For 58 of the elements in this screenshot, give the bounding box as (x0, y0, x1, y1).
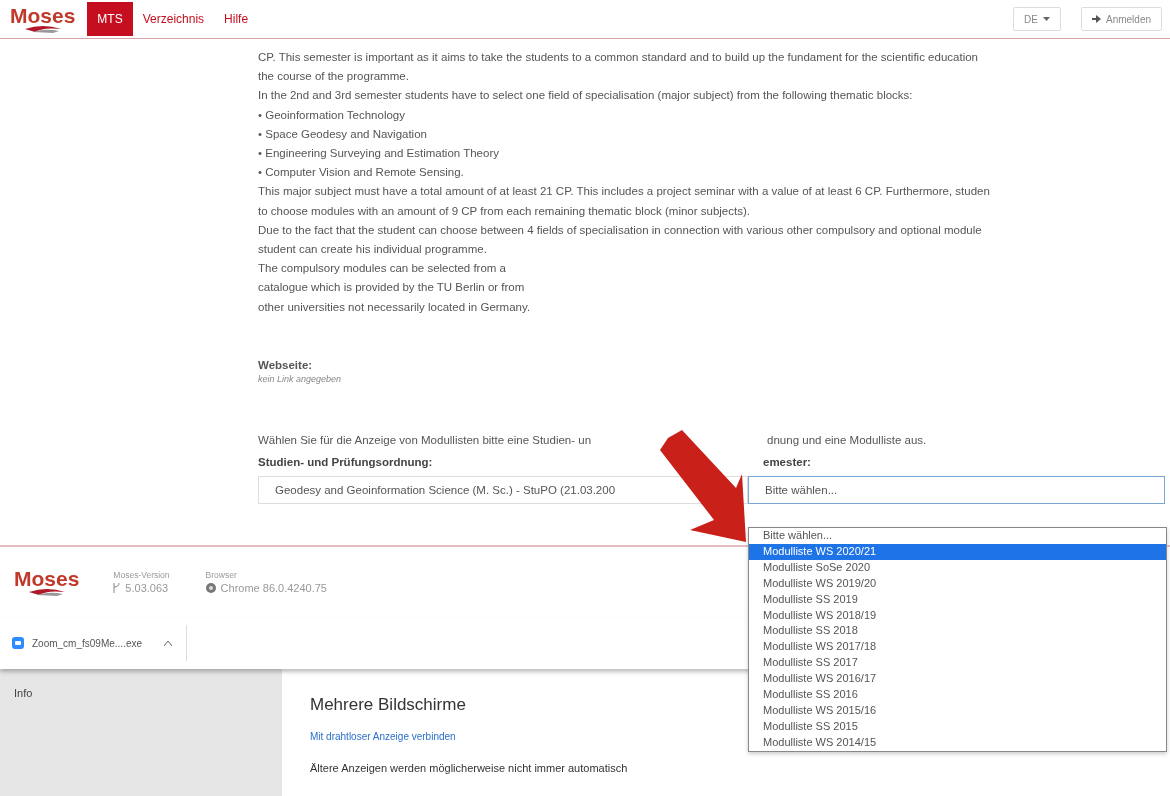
dropdown-option[interactable]: Modulliste SS 2016 (749, 687, 1166, 703)
field-label: emester: (763, 455, 812, 468)
moses-logo[interactable]: Moses (14, 567, 80, 590)
nav-tab[interactable]: Verzeichnis (132, 2, 215, 36)
caret-icon (1042, 17, 1050, 21)
settings-text: Ältere Anzeigen werden möglicherweise nicht immer automatisch (310, 762, 628, 774)
dropdown-option[interactable]: Modulliste WS 2014/15 (749, 734, 1166, 751)
dropdown-option[interactable]: Modulliste WS 2015/16 (749, 702, 1166, 719)
description-line: • Computer Vision and Remote Sensing. (258, 165, 465, 181)
nav-tab[interactable]: MTS (87, 2, 133, 36)
version-number: 5.03.063 (125, 582, 169, 594)
description-line: The compulsory modules can be selected from a (258, 261, 507, 277)
description-line: This major subject must have a total amount of at least 21 CP. This includes a project seminar with a value of at least 6 CP. Furthermore, studen (258, 184, 991, 200)
description-line: • Space Geodesy and Navigation (258, 126, 428, 142)
dropdown-option[interactable]: Modulliste SS 2018 (749, 623, 1166, 640)
select-field[interactable]: Bitte wählen... (748, 475, 1165, 504)
settings-nav-item[interactable]: Info (14, 687, 33, 796)
dropdown-option[interactable]: Modulliste WS 2016/17 (749, 671, 1166, 688)
moses-logo[interactable]: Moses (10, 4, 76, 27)
login-icon (1091, 15, 1101, 23)
instruction-text: dnung und eine Modulliste aus. (767, 432, 927, 448)
caret-up-icon[interactable] (164, 640, 173, 646)
dropdown-option[interactable]: Modulliste WS 2017/18 (749, 639, 1166, 656)
website-label: Webseite: (258, 357, 314, 373)
version-label: Moses-Version (113, 570, 170, 580)
settings-title: Mehrere Bildschirme (310, 695, 466, 715)
description-line: student can create his individual programme. (258, 242, 488, 258)
dropdown-option[interactable]: Modulliste SoSe 2020 (749, 559, 1166, 576)
dropdown-option[interactable]: Modulliste WS 2020/21 (749, 543, 1166, 560)
login-button[interactable]: Anmelden (1080, 7, 1162, 31)
description-line: Due to the fact that the student can choose between 4 fields of specialisation in connection with various other compulsory and optional module (258, 222, 983, 238)
description-line: CP. This semester is important as it aims to take the students to a common standard and to build up the fundament for the scientific education (258, 50, 979, 65)
dropdown-option[interactable]: Modulliste SS 2019 (749, 591, 1166, 608)
browser-icon (205, 583, 216, 593)
field-label: Studien- und Prüfungsordnung: (258, 455, 434, 468)
description-line: catalogue which is provided by the TU Berlin or from (258, 280, 526, 296)
description-line: other universities not necessarily located in Germany. (258, 299, 532, 315)
dropdown-option[interactable]: Modulliste SS 2015 (749, 718, 1166, 735)
description-line: the course of the programme. (258, 69, 410, 85)
dropdown-option[interactable]: Modulliste SS 2017 (749, 655, 1166, 672)
wireless-display-link[interactable]: Mit drahtloser Anzeige verbinden (310, 731, 456, 742)
description-line: • Engineering Surveying and Estimation Theory (258, 146, 500, 161)
language-button[interactable]: DE (1013, 7, 1061, 31)
description-line: • Geoinformation Technology (258, 107, 406, 123)
download-file-name[interactable]: Zoom_cm_fs09Me....exe (32, 637, 143, 649)
browser-label: Browser (205, 570, 238, 580)
description-line: In the 2nd and 3rd semester students have to select one field of specialisation (major subject) from the following thematic blocks: (258, 88, 914, 104)
dropdown-option[interactable]: Modulliste WS 2019/20 (749, 575, 1166, 592)
file-icon (12, 637, 24, 649)
branch-icon (113, 583, 121, 593)
instruction-text: Wählen Sie für die Anzeige von Modullisten bitte eine Studien- un (258, 432, 592, 448)
select-field[interactable]: Geodesy and Geoinformation Science (M. Sc.) - StuPO (21.03.200 (258, 475, 748, 504)
website-value: kein Link angegeben (258, 373, 343, 384)
nav-tab[interactable]: Hilfe (214, 2, 259, 36)
dropdown-option[interactable]: Modulliste WS 2018/19 (749, 607, 1166, 624)
browser-version: Chrome 86.0.4240.75 (220, 582, 327, 594)
dropdown-option[interactable]: Bitte wählen... (749, 528, 1166, 544)
description-line: to choose modules with an amount of 9 CP from each remaining thematic block (minor subjects). (258, 203, 751, 219)
